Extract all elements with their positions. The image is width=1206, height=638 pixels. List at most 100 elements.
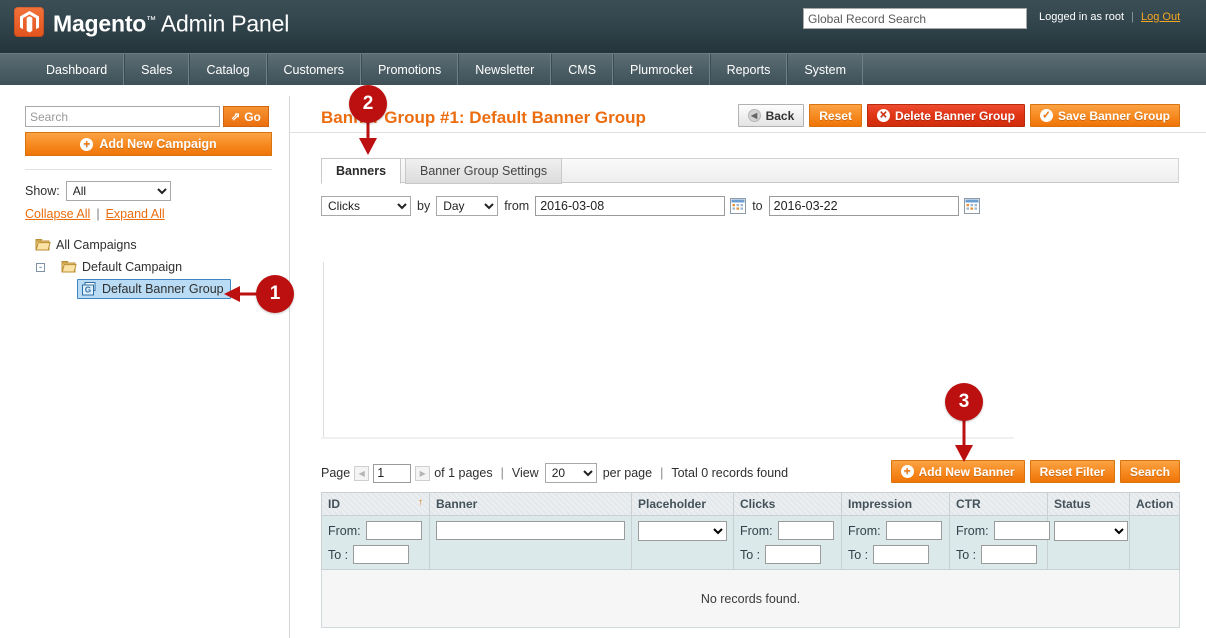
impression-to-row: To :	[848, 545, 943, 564]
nav-item-dashboard[interactable]: Dashboard	[30, 54, 124, 85]
tree-node-default-banner-group[interactable]: G Default Banner Group	[27, 278, 231, 300]
reset-filter-button[interactable]: Reset Filter	[1030, 460, 1115, 483]
banners-grid-table: ID ↑ Banner Placeholder Clicks Impressio…	[321, 492, 1180, 628]
to-label: To :	[328, 548, 348, 562]
nav-item-promotions[interactable]: Promotions	[361, 54, 458, 85]
ctr-to-input[interactable]	[981, 545, 1037, 564]
column-header-id[interactable]: ID ↑	[322, 493, 430, 516]
reset-label: Reset	[819, 109, 852, 123]
back-button[interactable]: ◀ Back	[738, 104, 805, 127]
sidebar-divider	[25, 169, 272, 170]
sidebar-go-button[interactable]: ⇗ Go	[223, 106, 269, 127]
metric-select[interactable]: Clicks	[321, 196, 411, 216]
banner-filter-input[interactable]	[436, 521, 625, 540]
status-filter-select[interactable]	[1054, 521, 1128, 541]
grid-empty-row: No records found.	[322, 570, 1180, 628]
save-banner-group-button[interactable]: ✓ Save Banner Group	[1030, 104, 1180, 127]
logged-in-label: Logged in as root	[1039, 11, 1124, 23]
to-label: To :	[740, 548, 760, 562]
period-select[interactable]: Day	[436, 196, 498, 216]
from-label: From:	[328, 524, 361, 538]
id-to-input[interactable]	[353, 545, 409, 564]
reset-button[interactable]: Reset	[809, 104, 862, 127]
date-from-input[interactable]	[535, 196, 725, 216]
impression-from-input[interactable]	[886, 521, 942, 540]
global-search-input[interactable]	[803, 8, 1027, 29]
clicks-chart	[321, 234, 1021, 439]
clicks-to-input[interactable]	[765, 545, 821, 564]
collapse-all-link[interactable]: Collapse All	[25, 207, 90, 221]
impression-to-input[interactable]	[873, 545, 929, 564]
chart-x-axis	[321, 437, 1014, 439]
ctr-from-input[interactable]	[994, 521, 1050, 540]
chart-filter-bar: Clicks by Day from to	[321, 196, 980, 216]
logo-text: Magento™ Admin Panel	[53, 6, 289, 39]
nav-item-sales[interactable]: Sales	[124, 54, 189, 85]
nav-item-system[interactable]: System	[787, 54, 863, 85]
tab-banner-group-settings[interactable]: Banner Group Settings	[405, 158, 562, 184]
page-action-buttons: ◀ Back Reset ✕ Delete Banner Group ✓ Sav…	[738, 104, 1180, 127]
tab-strip: Banner Group Settings Banners	[321, 158, 1179, 184]
column-header-placeholder[interactable]: Placeholder	[632, 493, 734, 516]
per-page-select[interactable]: 20	[545, 463, 597, 483]
sidebar-search-row: ⇗ Go	[25, 106, 269, 127]
expander-toggle-icon[interactable]: -	[36, 263, 45, 272]
reset-filter-label: Reset Filter	[1040, 465, 1105, 479]
column-header-banner[interactable]: Banner	[430, 493, 632, 516]
magento-logo: Magento™ Admin Panel	[14, 6, 289, 39]
annotation-marker-1: 1	[256, 275, 294, 313]
delete-circle-icon: ✕	[877, 109, 890, 122]
delete-banner-group-button[interactable]: ✕ Delete Banner Group	[867, 104, 1025, 127]
page-label: Page	[321, 466, 350, 480]
calendar-icon[interactable]	[964, 198, 980, 214]
add-new-banner-button[interactable]: + Add New Banner	[891, 460, 1025, 483]
expand-all-link[interactable]: Expand All	[106, 207, 165, 221]
campaign-sidebar: ⇗ Go + Add New Campaign Show: All Collap…	[0, 96, 289, 638]
nav-item-plumrocket[interactable]: Plumrocket	[613, 54, 710, 85]
chevron-right-icon[interactable]: ▶	[415, 466, 430, 481]
filter-cell-id: From: To :	[322, 516, 430, 570]
back-circle-icon: ◀	[748, 109, 761, 122]
logo-brand: Magento	[53, 11, 146, 37]
tree-node-default-campaign[interactable]: - Default Campaign	[27, 256, 231, 278]
clicks-from-input[interactable]	[778, 521, 834, 540]
logo-suffix: Admin Panel	[161, 11, 289, 37]
placeholder-filter-select[interactable]	[638, 521, 727, 541]
plus-circle-icon: +	[80, 138, 93, 151]
grid-body: No records found.	[322, 570, 1180, 628]
add-new-campaign-button[interactable]: + Add New Campaign	[25, 132, 272, 156]
search-label: Search	[1130, 465, 1170, 479]
save-label: Save Banner Group	[1058, 109, 1170, 123]
column-header-impression[interactable]: Impression	[842, 493, 950, 516]
column-label: ID	[328, 497, 340, 511]
tree-selected-wrapper[interactable]: G Default Banner Group	[77, 279, 231, 299]
nav-item-cms[interactable]: CMS	[551, 54, 613, 85]
search-button[interactable]: Search	[1120, 460, 1180, 483]
magento-admin-page: Magento™ Admin Panel Logged in as root |…	[0, 0, 1206, 638]
nav-item-newsletter[interactable]: Newsletter	[458, 54, 551, 85]
column-header-clicks[interactable]: Clicks	[734, 493, 842, 516]
show-select[interactable]: All	[66, 181, 171, 201]
id-from-input[interactable]	[366, 521, 422, 540]
column-header-action: Action	[1130, 493, 1180, 516]
date-to-input[interactable]	[769, 196, 959, 216]
column-header-status[interactable]: Status	[1048, 493, 1130, 516]
page-number-input[interactable]	[373, 464, 411, 483]
magento-logo-icon	[14, 7, 44, 37]
show-label: Show:	[25, 184, 60, 198]
tree-node-all-campaigns[interactable]: All Campaigns	[27, 234, 231, 256]
logout-link[interactable]: Log Out	[1141, 11, 1180, 23]
nav-item-catalog[interactable]: Catalog	[189, 54, 266, 85]
tab-banners[interactable]: Banners	[321, 158, 401, 184]
calendar-icon[interactable]	[730, 198, 746, 214]
nav-item-customers[interactable]: Customers	[267, 54, 361, 85]
sidebar-search-input[interactable]	[25, 106, 220, 127]
add-new-banner-label: Add New Banner	[919, 465, 1015, 479]
arrow-box-icon: ⇗	[231, 110, 240, 123]
banners-grid: ID ↑ Banner Placeholder Clicks Impressio…	[321, 492, 1179, 628]
nav-item-reports[interactable]: Reports	[710, 54, 788, 85]
column-header-ctr[interactable]: CTR	[950, 493, 1048, 516]
tree-node-label: Default Campaign	[82, 260, 182, 274]
no-records-message: No records found.	[322, 570, 1180, 628]
chevron-left-icon[interactable]: ◀	[354, 466, 369, 481]
